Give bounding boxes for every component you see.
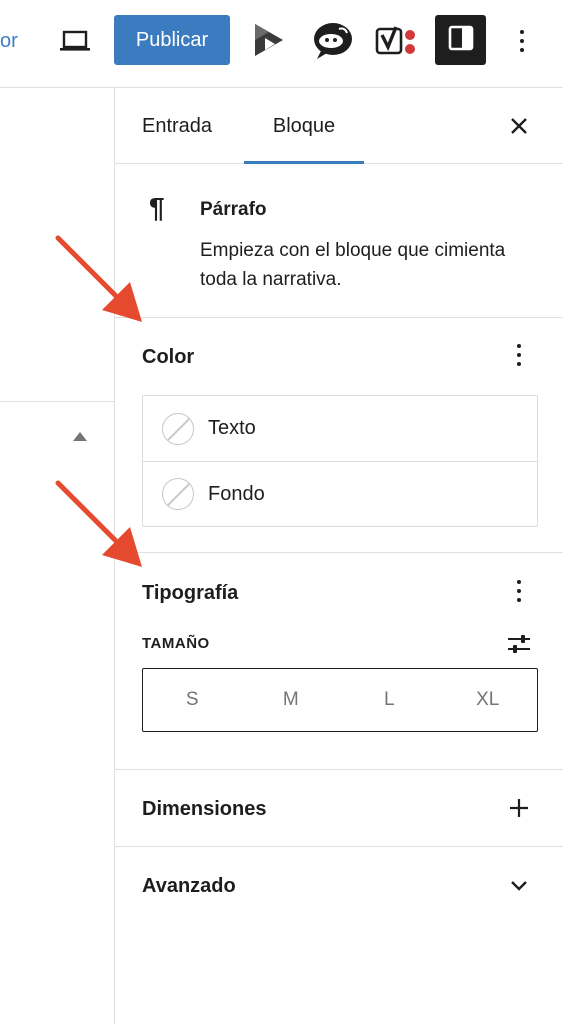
block-description: Empieza con el bloque que cimienta toda … — [200, 240, 506, 290]
plus-icon[interactable] — [508, 797, 530, 819]
settings-sidebar-icon — [448, 25, 474, 56]
color-panel: Color Texto Fondo — [115, 318, 563, 553]
font-size-option[interactable]: XL — [439, 669, 538, 731]
laptop-icon[interactable] — [58, 28, 92, 54]
typography-panel-title[interactable]: Tipografía — [142, 582, 238, 605]
settings-sidebar: Entrada Bloque ¶ Párrafo Empieza con el … — [114, 88, 563, 1024]
plugin-play-icon[interactable] — [250, 20, 288, 60]
color-item-background[interactable]: Fondo — [143, 461, 537, 526]
publish-button[interactable]: Publicar — [114, 15, 230, 65]
chat-avatar-icon[interactable] — [310, 18, 356, 62]
tab-entrada[interactable]: Entrada — [142, 88, 212, 164]
settings-sidebar-toggle[interactable] — [435, 15, 486, 65]
font-size-option[interactable]: L — [340, 669, 439, 731]
typography-panel: Tipografía TAMAÑO S M L XL — [115, 553, 563, 770]
yoast-icon[interactable] — [374, 22, 418, 60]
empty-swatch-icon — [162, 478, 194, 510]
color-item-text[interactable]: Texto — [143, 396, 537, 461]
typography-options-icon[interactable] — [516, 580, 522, 602]
font-size-label: TAMAÑO — [142, 635, 210, 652]
block-title: Párrafo — [200, 199, 267, 220]
color-options-icon[interactable] — [516, 344, 522, 366]
sidebar-tabs: Entrada Bloque — [115, 88, 563, 164]
empty-swatch-icon — [162, 412, 194, 445]
chevron-down-icon[interactable] — [508, 877, 530, 893]
paragraph-icon: ¶ — [149, 192, 165, 223]
color-item-label: Texto — [208, 417, 256, 439]
close-icon[interactable] — [507, 114, 531, 138]
caret-up-icon[interactable] — [73, 432, 87, 441]
advanced-panel[interactable]: Avanzado — [115, 847, 563, 924]
font-size-picker: S M L XL — [142, 668, 538, 732]
dimensions-panel-title[interactable]: Dimensiones — [142, 798, 266, 821]
toolbar-edge-link[interactable]: or — [0, 30, 18, 53]
editor-divider — [0, 401, 114, 402]
block-card: ¶ Párrafo Empieza con el bloque que cimi… — [115, 164, 563, 318]
editor-toolbar: or Publicar — [0, 0, 563, 88]
color-panel-title[interactable]: Color — [142, 346, 194, 369]
advanced-panel-title[interactable]: Avanzado — [142, 875, 236, 898]
font-size-option[interactable]: M — [242, 669, 341, 731]
more-vertical-icon[interactable] — [514, 26, 530, 56]
dimensions-panel[interactable]: Dimensiones — [115, 770, 563, 847]
sliders-icon[interactable] — [506, 633, 532, 655]
tab-bloque[interactable]: Bloque — [244, 88, 364, 164]
color-settings-list: Texto Fondo — [142, 395, 538, 527]
color-item-label: Fondo — [208, 482, 265, 505]
font-size-option[interactable]: S — [143, 669, 242, 731]
